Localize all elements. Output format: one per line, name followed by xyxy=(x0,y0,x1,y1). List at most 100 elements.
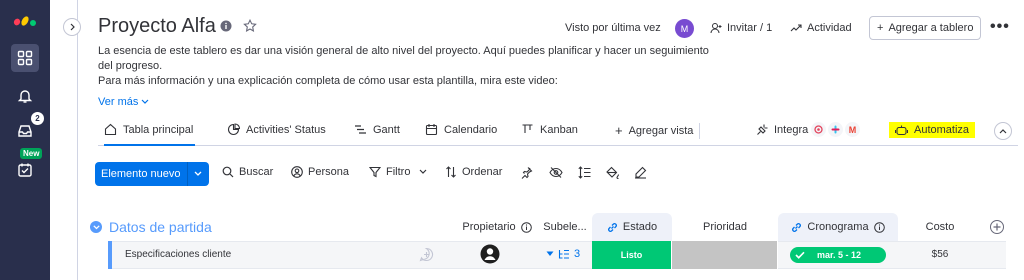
new-item-button[interactable]: Elemento nuevo xyxy=(95,162,209,186)
timeline-pill: mar. 5 - 12 xyxy=(790,247,886,263)
activity-button[interactable]: Actividad xyxy=(790,22,852,34)
column-label: Propietario xyxy=(462,221,516,233)
view-tabs: Tabla principal Activities' Status Gantt… xyxy=(98,116,1018,146)
gantt-icon xyxy=(355,125,366,134)
calendar-icon xyxy=(425,124,438,136)
tab-label: Tabla principal xyxy=(123,123,194,136)
tab-activities-status[interactable]: Activities' Status xyxy=(227,123,326,136)
automate-button[interactable]: Automatiza xyxy=(889,122,976,138)
tab-label: Kanban xyxy=(540,123,578,136)
timeline-cell[interactable]: mar. 5 - 12 xyxy=(778,241,898,269)
cost-cell[interactable]: $56 xyxy=(910,249,970,260)
column-info-icon xyxy=(520,221,532,233)
pin-icon[interactable] xyxy=(520,166,533,179)
new-item-label: Elemento nuevo xyxy=(101,168,181,180)
chevron-down-icon xyxy=(420,169,427,174)
monday-logo-icon[interactable] xyxy=(13,11,37,27)
column-owner[interactable]: Propietario xyxy=(456,213,538,241)
expand-panel-button[interactable] xyxy=(63,18,81,36)
board-title[interactable]: Proyecto Alfa xyxy=(98,15,216,38)
star-icon[interactable] xyxy=(243,19,257,33)
workspace-grid-icon[interactable] xyxy=(11,44,39,72)
tab-label: Gantt xyxy=(373,123,400,136)
priority-cell[interactable] xyxy=(672,241,777,269)
person-filter-button[interactable]: Persona xyxy=(291,166,349,178)
sort-button[interactable]: Ordenar xyxy=(445,166,502,178)
column-label: Subele... xyxy=(543,221,587,233)
chevron-right-icon xyxy=(70,23,75,31)
tab-main-table[interactable]: Tabla principal xyxy=(104,123,196,146)
integration-plug-icon xyxy=(757,124,768,135)
edit-pen-icon[interactable] xyxy=(634,166,647,179)
filter-button[interactable]: Filtro xyxy=(369,166,427,178)
subitems-toggle[interactable]: 3 xyxy=(546,248,580,260)
link-chain-icon xyxy=(607,222,617,232)
group-header[interactable]: Datos de partida xyxy=(90,219,212,235)
filter-funnel-icon xyxy=(369,166,381,178)
column-priority[interactable]: Prioridad xyxy=(672,213,778,241)
collapse-group-icon[interactable] xyxy=(90,221,102,233)
tab-gantt[interactable]: Gantt xyxy=(354,123,400,136)
column-timeline[interactable]: Cronograma xyxy=(778,213,898,241)
my-work-checkbox-icon[interactable] xyxy=(11,156,39,184)
subitems-count: 3 xyxy=(574,248,581,260)
new-item-dropdown[interactable] xyxy=(186,162,209,186)
notifications-bell-icon[interactable] xyxy=(11,82,39,110)
see-more-link[interactable]: Ver más xyxy=(98,96,149,108)
tab-label: Calendario xyxy=(444,123,498,136)
info-icon[interactable] xyxy=(220,20,232,32)
timeline-label: mar. 5 - 12 xyxy=(817,250,862,260)
column-subitems[interactable]: Subele... xyxy=(538,213,592,241)
integrate-label: Integra xyxy=(774,123,809,136)
person-label: Persona xyxy=(308,166,349,178)
sort-arrows-icon xyxy=(446,166,456,178)
column-cost[interactable]: Costo xyxy=(910,213,970,241)
board-description: La esencia de este tablero es dar una vi… xyxy=(98,44,718,89)
filter-label: Filtro xyxy=(386,166,411,178)
chevron-up-icon xyxy=(999,129,1007,134)
last-seen-label[interactable]: Visto por última vez xyxy=(565,22,661,34)
tab-label: Agregar vista xyxy=(628,124,694,137)
more-options-icon[interactable]: ••• xyxy=(990,19,1010,35)
collapse-header-button[interactable] xyxy=(994,122,1012,140)
integration-apps[interactable]: M xyxy=(811,122,860,137)
add-to-board-label: Agregar a tablero xyxy=(888,22,974,34)
paint-bucket-icon[interactable] xyxy=(606,166,620,179)
tab-label: Activities' Status xyxy=(246,123,326,136)
caret-down-icon xyxy=(546,251,554,256)
collapsed-side-panel xyxy=(50,0,78,280)
tab-kanban[interactable]: Kanban xyxy=(521,123,578,136)
add-to-board-button[interactable]: + Agregar a tablero xyxy=(869,16,982,40)
robot-icon xyxy=(895,125,908,135)
link-chain-icon xyxy=(792,222,802,232)
left-rail: 2 New xyxy=(0,0,53,280)
add-person-icon xyxy=(710,23,722,34)
item-name[interactable]: Especificaciones cliente xyxy=(125,249,231,260)
sort-label: Ordenar xyxy=(462,166,503,178)
plus-icon xyxy=(993,223,1001,231)
gmail-icon: M xyxy=(845,122,860,137)
hide-eye-icon[interactable] xyxy=(549,166,563,179)
plus-icon: + xyxy=(615,123,623,138)
owner-avatar-icon[interactable] xyxy=(480,244,500,264)
plus-icon: + xyxy=(877,22,884,34)
pie-chart-icon xyxy=(227,123,240,136)
viewer-avatar[interactable]: M xyxy=(669,19,694,38)
add-view-button[interactable]: + Agregar vista xyxy=(615,123,693,138)
invite-label: Invitar / 1 xyxy=(727,22,773,34)
add-update-icon[interactable] xyxy=(419,247,434,262)
row-height-icon[interactable] xyxy=(578,166,591,179)
integrate-button[interactable]: Integra xyxy=(756,123,808,136)
activity-trend-icon xyxy=(790,24,802,32)
column-label: Estado xyxy=(622,221,658,233)
search-button[interactable]: Buscar xyxy=(222,166,273,178)
person-icon xyxy=(291,166,303,178)
status-cell[interactable]: Listo xyxy=(592,241,671,269)
tab-calendar[interactable]: Calendario xyxy=(425,123,497,136)
slack-icon xyxy=(828,122,843,137)
group-title[interactable]: Datos de partida xyxy=(109,219,212,235)
column-status[interactable]: Estado xyxy=(592,213,672,241)
invite-button[interactable]: Invitar / 1 xyxy=(710,22,772,34)
add-column-button[interactable] xyxy=(990,220,1004,234)
home-icon xyxy=(104,123,117,136)
